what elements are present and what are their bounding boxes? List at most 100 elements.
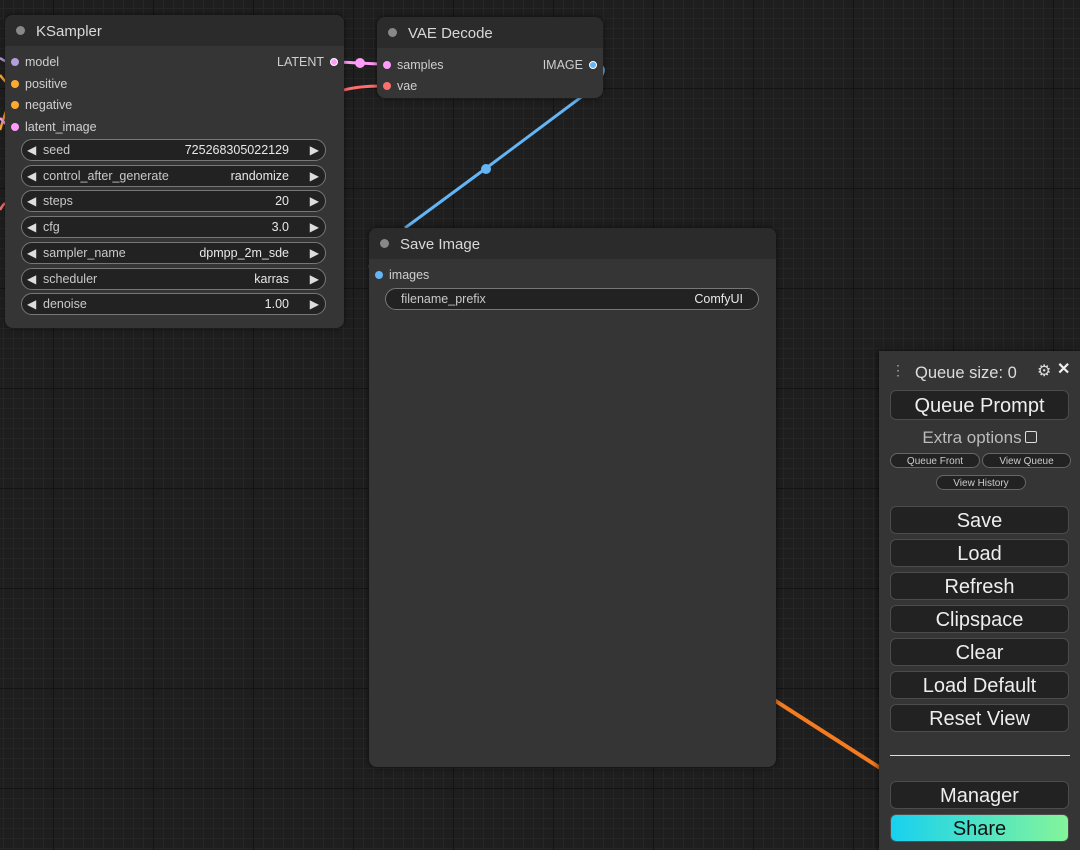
output-slot-latent[interactable]: LATENT: [277, 54, 338, 70]
link-image-midpoint: [481, 164, 491, 174]
increment-arrow-icon[interactable]: ▶: [310, 191, 319, 211]
collapse-dot-icon[interactable]: [388, 28, 397, 37]
widget-label: sampler_name: [43, 246, 126, 260]
widget-value[interactable]: karras: [254, 269, 289, 289]
input-slot-positive[interactable]: positive: [11, 76, 67, 92]
decrement-arrow-icon[interactable]: ◀: [27, 140, 36, 160]
increment-arrow-icon[interactable]: ▶: [310, 166, 319, 186]
menu-divider: [890, 755, 1070, 756]
vae-dot-icon[interactable]: [383, 81, 391, 90]
images-dot-icon[interactable]: [375, 270, 383, 279]
extra-options-label: Extra options: [922, 428, 1022, 447]
vae-decode-node[interactable]: VAE Decode samples vae IMAGE: [377, 17, 603, 98]
input-label-model: model: [25, 55, 60, 69]
positive-dot-icon[interactable]: [11, 79, 19, 88]
gear-icon[interactable]: ⚙: [1037, 361, 1051, 381]
model-dot-icon[interactable]: [11, 57, 19, 66]
ksampler-title: KSampler: [36, 23, 102, 40]
negative-dot-icon[interactable]: [11, 100, 19, 109]
widget-label: scheduler: [43, 272, 98, 286]
input-slot-model[interactable]: model: [11, 54, 59, 70]
queue-front-button[interactable]: Queue Front: [890, 453, 980, 468]
save-image-title: Save Image: [400, 236, 481, 253]
latent-image-dot-icon[interactable]: [11, 122, 19, 131]
widget-sampler-name[interactable]: ◀ sampler_name dpmpp_2m_sde ▶: [21, 242, 326, 264]
view-history-button[interactable]: View History: [936, 475, 1026, 490]
save-image-title-bar[interactable]: Save Image: [369, 228, 776, 259]
image-out-dot-icon[interactable]: [589, 60, 597, 69]
view-queue-button[interactable]: View Queue: [982, 453, 1071, 468]
input-slot-images[interactable]: images: [375, 267, 429, 283]
load-button[interactable]: Load: [890, 539, 1069, 567]
comfy-menu-panel: ⋮ Queue size: 0 ⚙ ✕ Queue Prompt Extra o…: [879, 351, 1080, 850]
widget-value[interactable]: randomize: [231, 166, 289, 186]
increment-arrow-icon[interactable]: ▶: [310, 217, 319, 237]
load-default-button[interactable]: Load Default: [890, 671, 1069, 699]
output-slot-image[interactable]: IMAGE: [543, 57, 597, 73]
input-label-latent-image: latent_image: [25, 120, 97, 134]
input-slot-negative[interactable]: negative: [11, 97, 72, 113]
widget-scheduler[interactable]: ◀ scheduler karras ▶: [21, 268, 326, 290]
widget-label: steps: [43, 194, 73, 208]
vae-decode-title: VAE Decode: [408, 25, 493, 42]
input-slot-vae[interactable]: vae: [383, 78, 417, 94]
increment-arrow-icon[interactable]: ▶: [310, 243, 319, 263]
input-label-vae: vae: [397, 79, 418, 93]
collapse-dot-icon[interactable]: [380, 239, 389, 248]
samples-dot-icon[interactable]: [383, 60, 391, 69]
decrement-arrow-icon[interactable]: ◀: [27, 217, 36, 237]
output-label-image: IMAGE: [542, 58, 583, 72]
decrement-arrow-icon[interactable]: ◀: [27, 191, 36, 211]
increment-arrow-icon[interactable]: ▶: [310, 294, 319, 314]
decrement-arrow-icon[interactable]: ◀: [27, 269, 36, 289]
decrement-arrow-icon[interactable]: ◀: [27, 166, 36, 186]
increment-arrow-icon[interactable]: ▶: [310, 140, 319, 160]
input-label-negative: negative: [25, 98, 73, 112]
input-slot-latent-image[interactable]: latent_image: [11, 119, 97, 135]
queue-size-label: Queue size: 0: [915, 364, 1017, 382]
extra-options-checkbox[interactable]: [1024, 430, 1037, 443]
input-label-positive: positive: [25, 77, 68, 91]
widget-value[interactable]: 3.0: [272, 217, 289, 237]
extra-options-row: Extra options: [879, 428, 1080, 448]
drag-handle-icon[interactable]: ⋮: [891, 362, 905, 379]
vae-decode-title-bar[interactable]: VAE Decode: [377, 17, 603, 48]
refresh-button[interactable]: Refresh: [890, 572, 1069, 600]
link-latent-midpoint: [355, 58, 365, 68]
input-slot-samples[interactable]: samples: [383, 57, 444, 73]
queue-prompt-button[interactable]: Queue Prompt: [890, 390, 1069, 420]
increment-arrow-icon[interactable]: ▶: [310, 269, 319, 289]
widget-value[interactable]: 20: [275, 191, 289, 211]
reset-view-button[interactable]: Reset View: [890, 704, 1069, 732]
widget-cfg[interactable]: ◀ cfg 3.0 ▶: [21, 216, 326, 238]
ksampler-node[interactable]: KSampler model positive negative latent_…: [5, 15, 344, 328]
widget-label: control_after_generate: [43, 169, 169, 183]
widget-seed[interactable]: ◀ seed 725268305022129 ▶: [21, 139, 326, 161]
widget-value[interactable]: ComfyUI: [694, 289, 743, 309]
ksampler-title-bar[interactable]: KSampler: [5, 15, 344, 46]
widget-label: denoise: [43, 297, 87, 311]
decrement-arrow-icon[interactable]: ◀: [27, 294, 36, 314]
output-label-latent: LATENT: [277, 55, 324, 69]
collapse-dot-icon[interactable]: [16, 26, 25, 35]
widget-value[interactable]: dpmpp_2m_sde: [199, 243, 289, 263]
input-label-samples: samples: [397, 58, 444, 72]
widget-filename-prefix[interactable]: filename_prefix ComfyUI: [385, 288, 759, 310]
widget-control-after-generate[interactable]: ◀ control_after_generate randomize ▶: [21, 165, 326, 187]
clipspace-button[interactable]: Clipspace: [890, 605, 1069, 633]
close-icon[interactable]: ✕: [1057, 359, 1070, 379]
widget-label: cfg: [43, 220, 60, 234]
widget-steps[interactable]: ◀ steps 20 ▶: [21, 190, 326, 212]
input-label-images: images: [389, 268, 430, 282]
widget-label: seed: [43, 143, 71, 157]
widget-value[interactable]: 725268305022129: [185, 140, 289, 160]
save-image-node[interactable]: Save Image images filename_prefix ComfyUI: [369, 228, 776, 767]
manager-button[interactable]: Manager: [890, 781, 1069, 809]
widget-denoise[interactable]: ◀ denoise 1.00 ▶: [21, 293, 326, 315]
decrement-arrow-icon[interactable]: ◀: [27, 243, 36, 263]
clear-button[interactable]: Clear: [890, 638, 1069, 666]
widget-value[interactable]: 1.00: [265, 294, 289, 314]
latent-out-dot-icon[interactable]: [330, 57, 338, 66]
save-button[interactable]: Save: [890, 506, 1069, 534]
share-button[interactable]: Share: [890, 814, 1069, 842]
